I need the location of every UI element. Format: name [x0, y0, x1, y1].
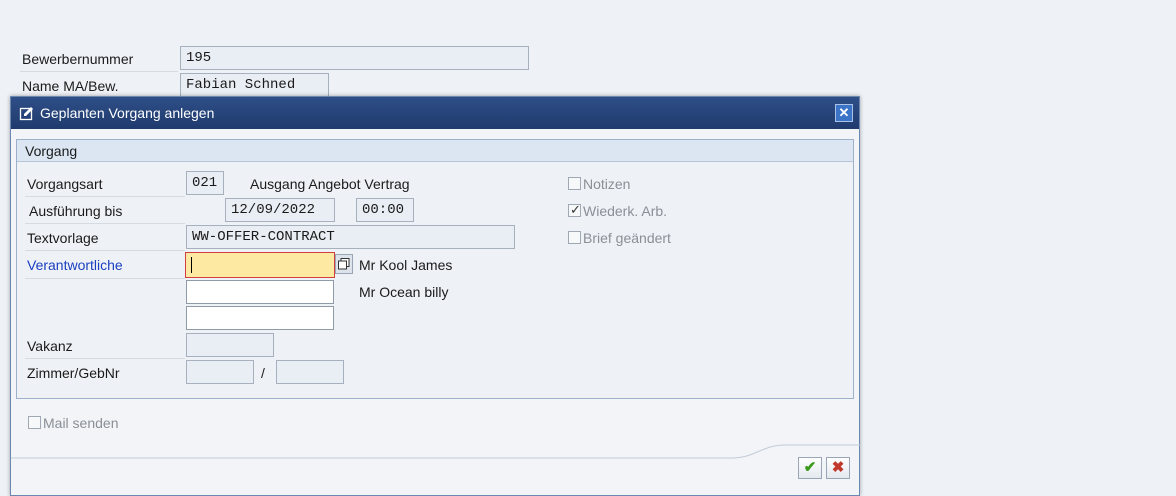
- execution-date-field: 12/09/2022: [225, 198, 335, 222]
- template-field: WW-OFFER-CONTRACT: [186, 225, 515, 249]
- activity-type-field: 021: [186, 171, 224, 195]
- activity-group: Vorgang Vorgangsart 021 Ausgang Angebot …: [16, 139, 854, 399]
- building-field: [276, 360, 344, 384]
- cancel-button[interactable]: ✖: [826, 457, 850, 479]
- dialog-title: Geplanten Vorgang anlegen: [40, 105, 215, 121]
- checkmark-icon: ✓: [570, 202, 581, 217]
- applicant-number-label: Bewerbernummer: [22, 51, 134, 67]
- letter-changed-checkbox: [568, 231, 581, 244]
- text-cursor: [191, 257, 192, 273]
- send-mail-checkbox: [28, 416, 41, 429]
- room-separator: /: [261, 365, 265, 381]
- name-field: Fabian Schned: [180, 73, 329, 97]
- edit-document-icon: [19, 107, 33, 121]
- separator: [25, 358, 185, 359]
- separator: [25, 278, 185, 279]
- recurring-label: Wiederk. Arb.: [583, 203, 668, 219]
- execution-time-field: 00:00: [356, 198, 414, 222]
- value-help-button[interactable]: [335, 254, 353, 274]
- notes-checkbox: [568, 177, 581, 190]
- room-label: Zimmer/GebNr: [27, 365, 120, 381]
- close-button[interactable]: ✕: [835, 104, 853, 122]
- create-activity-dialog: Geplanten Vorgang anlegen ✕ Vorgang Vorg…: [10, 96, 861, 496]
- activity-type-label: Vorgangsart: [27, 176, 103, 192]
- vacancy-label: Vakanz: [27, 338, 73, 354]
- responsible-input-3[interactable]: [186, 306, 334, 330]
- name-label: Name MA/Bew.: [22, 78, 119, 94]
- footer-divider: [11, 444, 861, 459]
- checkmark-icon: ✔: [803, 459, 817, 476]
- responsible-label[interactable]: Verantwortliche: [27, 257, 123, 273]
- separator: [25, 250, 185, 251]
- applicant-number-field: 195: [180, 46, 529, 70]
- execution-label: Ausführung bis: [29, 203, 123, 219]
- group-header: Vorgang: [17, 140, 853, 162]
- cancel-icon: ✖: [831, 459, 845, 476]
- vacancy-field: [186, 333, 274, 357]
- value-help-icon: [338, 258, 350, 270]
- dialog-title-bar: Geplanten Vorgang anlegen ✕: [11, 97, 859, 129]
- confirm-button[interactable]: ✔: [798, 457, 822, 479]
- group-title: Vorgang: [25, 143, 78, 159]
- separator: [20, 71, 178, 72]
- separator: [25, 196, 185, 197]
- separator: [25, 223, 185, 224]
- recurring-checkbox: ✓: [568, 202, 581, 217]
- notes-label: Notizen: [583, 176, 631, 192]
- activity-type-text: Ausgang Angebot Vertrag: [250, 176, 410, 192]
- responsible-input-2[interactable]: [186, 280, 334, 304]
- responsible-name-2: Mr Ocean billy: [359, 284, 449, 300]
- close-icon: ✕: [838, 105, 850, 120]
- room-field: [186, 360, 254, 384]
- letter-changed-label: Brief geändert: [583, 230, 671, 246]
- send-mail-label: Mail senden: [43, 415, 119, 431]
- responsible-input-1[interactable]: [185, 252, 335, 278]
- responsible-name-1: Mr Kool James: [359, 257, 453, 273]
- template-label: Textvorlage: [27, 230, 99, 246]
